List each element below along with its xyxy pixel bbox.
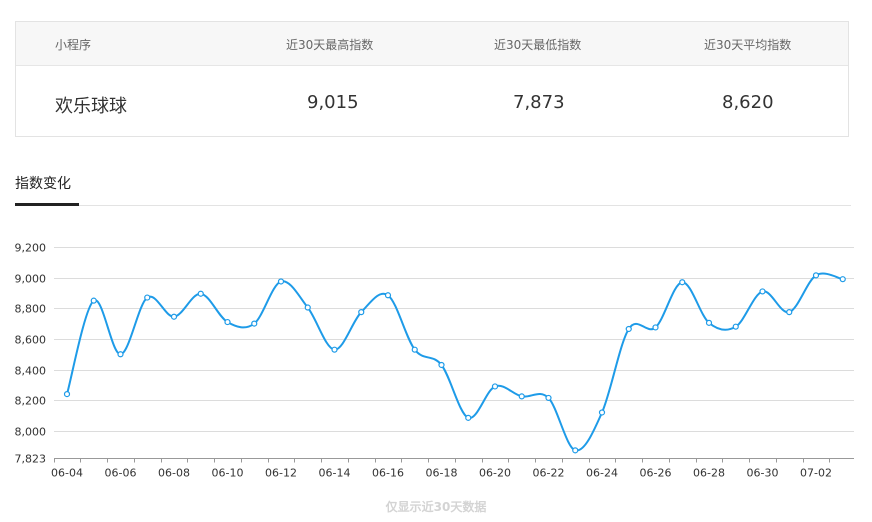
data-point	[572, 447, 579, 454]
data-point	[411, 346, 418, 353]
active-tab-underline	[15, 203, 79, 206]
data-point	[277, 278, 285, 285]
index-series-line	[66, 272, 844, 452]
y-tick-label: 8,400	[15, 365, 47, 378]
data-point	[839, 276, 846, 283]
y-tick-label: 8,200	[15, 395, 47, 408]
data-point	[598, 409, 606, 416]
data-point	[170, 313, 178, 320]
max-index-value: 9,015	[307, 92, 359, 113]
data-point	[465, 414, 472, 421]
data-point	[491, 383, 499, 390]
x-tick-label: 06-08	[158, 467, 190, 480]
data-point	[518, 393, 525, 400]
data-point	[759, 288, 766, 295]
data-point	[384, 292, 392, 299]
header-min-index: 近30天最低指数	[494, 38, 582, 52]
x-tick-label: 06-28	[693, 467, 725, 480]
data-point	[331, 346, 338, 353]
x-tick-label: 06-04	[51, 467, 83, 480]
x-tick-label: 06-14	[319, 467, 351, 480]
x-tick-label: 06-16	[372, 467, 404, 480]
y-tick-label: 9,000	[15, 273, 47, 286]
data-point	[304, 304, 311, 311]
data-point	[545, 394, 552, 402]
y-tick-label: 8,600	[15, 334, 47, 347]
x-tick-label: 06-12	[265, 467, 297, 480]
x-tick-label: 06-20	[479, 467, 511, 480]
x-tick-label: 06-10	[212, 467, 244, 480]
header-avg-index: 近30天平均指数	[704, 38, 792, 52]
x-tick-label: 06-06	[105, 467, 137, 480]
y-tick-label: 9,200	[15, 242, 47, 255]
data-point	[358, 309, 365, 316]
y-tick-label: 8,800	[15, 303, 47, 316]
data-point	[90, 297, 97, 304]
header-mini-program: 小程序	[55, 38, 92, 52]
data-point	[224, 318, 231, 326]
tab-index-change[interactable]: 指数变化	[15, 173, 71, 193]
data-point	[786, 309, 793, 316]
header-max-index: 近30天最高指数	[286, 38, 374, 52]
data-point	[438, 361, 445, 369]
footnote: 仅显示近30天数据	[385, 500, 487, 514]
summary-table: 小程序 近30天最高指数 近30天最低指数 近30天平均指数 欢乐球球 9,01…	[15, 21, 849, 137]
mini-program-name: 欢乐球球	[55, 96, 127, 117]
x-tick-label: 06-22	[533, 467, 565, 480]
data-point	[679, 279, 686, 286]
data-point	[144, 294, 151, 301]
index-line-chart: 9,200 9,000 8,800 8,600 8,400 8,200 8,000 7,823…	[15, 242, 854, 480]
data-point	[652, 324, 659, 331]
data-point	[63, 391, 71, 398]
data-point	[705, 319, 713, 326]
data-point	[732, 323, 739, 330]
section-divider	[15, 205, 851, 206]
y-tick-label: 7,823	[15, 453, 47, 466]
data-point	[625, 325, 632, 333]
x-tick-label: 06-18	[426, 467, 458, 480]
x-tick-label: 06-26	[640, 467, 672, 480]
x-tick-label: 06-24	[586, 467, 618, 480]
data-point	[197, 290, 204, 297]
summary-header-row: 小程序 近30天最高指数 近30天最低指数 近30天平均指数	[16, 22, 848, 66]
summary-value-row: 欢乐球球 9,015 7,873 8,620	[16, 66, 848, 138]
data-point	[251, 320, 258, 327]
x-tick-label: 07-02	[800, 467, 832, 480]
x-tick-label: 06-30	[747, 467, 779, 480]
avg-index-value: 8,620	[722, 92, 774, 113]
data-point	[117, 351, 124, 358]
min-index-value: 7,873	[513, 92, 565, 113]
y-tick-label: 8,000	[15, 426, 47, 439]
data-point	[812, 272, 820, 279]
